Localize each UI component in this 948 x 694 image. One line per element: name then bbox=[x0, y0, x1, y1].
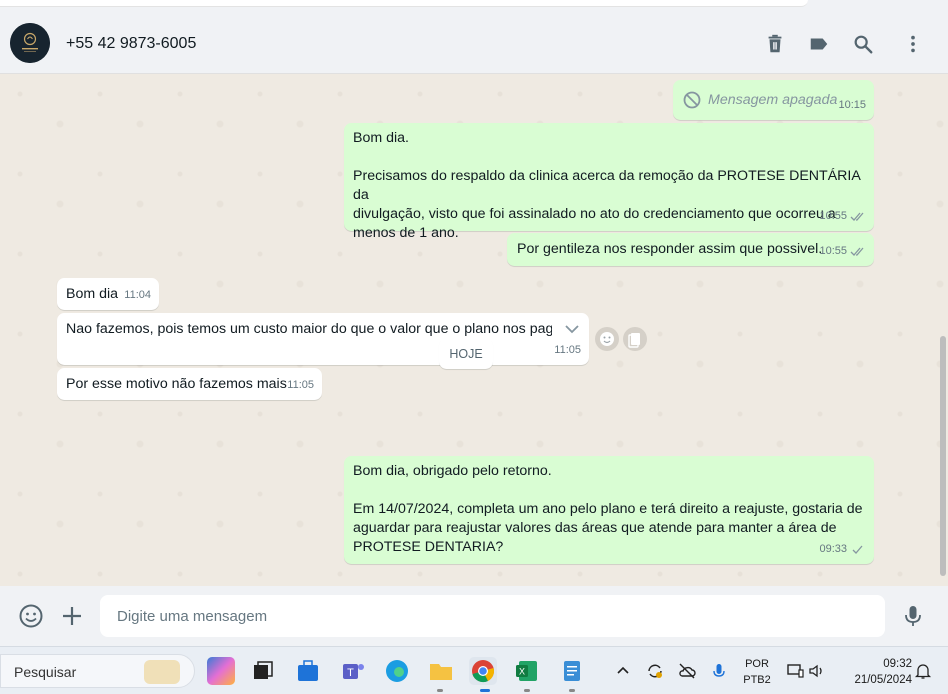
search-icon[interactable] bbox=[852, 33, 874, 55]
blocked-icon bbox=[682, 90, 702, 110]
message-outgoing[interactable]: Bom dia. Precisamos do respaldo da clini… bbox=[344, 123, 874, 241]
notepad-icon[interactable] bbox=[558, 657, 586, 685]
microphone-tray-icon[interactable] bbox=[709, 661, 729, 681]
display-icon[interactable] bbox=[785, 661, 805, 681]
message-time: 10:55 bbox=[819, 210, 847, 222]
avatar[interactable] bbox=[10, 23, 50, 63]
deleted-text: Mensagem apagada bbox=[708, 91, 838, 108]
double-check-icon bbox=[850, 246, 866, 257]
message-line: Bom dia. bbox=[353, 130, 409, 146]
menu-icon[interactable] bbox=[902, 33, 924, 55]
message-input[interactable] bbox=[100, 595, 885, 637]
message-deleted[interactable]: Mensagem apagada 10:15 bbox=[673, 80, 874, 120]
emoji-react-icon[interactable] bbox=[595, 327, 619, 351]
taskbar: Pesquisar T X POR PTB2 09:32 21/05/2024 bbox=[0, 646, 948, 694]
message-time: 11:05 bbox=[287, 379, 314, 391]
double-check-icon bbox=[850, 211, 866, 222]
message-incoming[interactable]: Por esse motivo não fazemos mais 11:05 bbox=[57, 368, 322, 400]
message-text: Por esse motivo não fazemos mais bbox=[66, 376, 287, 392]
composer bbox=[0, 586, 948, 646]
file-explorer-icon[interactable] bbox=[427, 657, 455, 685]
teams-icon[interactable]: T bbox=[339, 657, 367, 685]
store-icon[interactable] bbox=[294, 657, 322, 685]
message-line: Bom dia, obrigado pelo retorno. bbox=[353, 463, 552, 479]
message-outgoing[interactable]: Bom dia, obrigado pelo retorno. Em 14/07… bbox=[344, 456, 874, 564]
message-line: aguardar para reajustar valores das área… bbox=[353, 520, 837, 536]
chevron-up-icon[interactable] bbox=[613, 661, 633, 681]
notification-bell-icon[interactable] bbox=[913, 661, 933, 681]
check-icon bbox=[850, 544, 866, 555]
briefcase-icon bbox=[144, 660, 180, 684]
clock-date: 21/05/2024 bbox=[854, 674, 912, 686]
chat-header: +55 42 9873-6005 bbox=[0, 14, 948, 74]
volume-icon[interactable] bbox=[807, 661, 827, 681]
message-text: Bom dia bbox=[66, 286, 119, 302]
message-time: 10:55 bbox=[819, 245, 847, 257]
message-line: divulgação, visto que foi assinalado no … bbox=[353, 206, 836, 222]
taskbar-search-label: Pesquisar bbox=[14, 664, 77, 680]
sync-icon[interactable] bbox=[645, 661, 665, 681]
message-incoming[interactable]: Bom dia 11:04 bbox=[57, 278, 159, 310]
excel-icon[interactable]: X bbox=[513, 657, 541, 685]
message-incoming[interactable]: Nao fazemos, pois temos um custo maior d… bbox=[57, 313, 589, 365]
svg-text:X: X bbox=[519, 667, 525, 677]
chat-scrollbar[interactable] bbox=[940, 336, 946, 576]
language-indicator[interactable]: POR PTB2 bbox=[737, 656, 777, 688]
plus-icon[interactable] bbox=[59, 603, 85, 629]
cloud-off-icon[interactable] bbox=[677, 661, 697, 681]
date-divider: HOJE bbox=[439, 338, 493, 369]
message-time: 09:33 bbox=[819, 543, 847, 555]
message-line: Em 14/07/2024, completa um ano pelo plan… bbox=[353, 501, 863, 517]
contact-name[interactable]: +55 42 9873-6005 bbox=[66, 35, 196, 53]
task-view-icon[interactable] bbox=[249, 657, 277, 685]
chrome-icon[interactable] bbox=[469, 657, 497, 685]
taskbar-search[interactable]: Pesquisar bbox=[0, 654, 195, 688]
edge-icon[interactable] bbox=[383, 657, 411, 685]
microphone-icon[interactable] bbox=[900, 603, 926, 629]
message-line: PROTESE DENTARIA? bbox=[353, 539, 504, 555]
copy-icon[interactable] bbox=[623, 327, 647, 351]
browser-top-strip bbox=[0, 0, 948, 14]
copilot-icon[interactable] bbox=[207, 657, 235, 685]
emoji-icon[interactable] bbox=[18, 603, 44, 629]
label-icon[interactable] bbox=[808, 33, 830, 55]
message-line: Precisamos do respaldo da clinica acerca… bbox=[353, 168, 861, 203]
message-time: 10:15 bbox=[838, 99, 866, 111]
clock-time: 09:32 bbox=[883, 658, 912, 670]
chat-area[interactable]: Mensagem apagada 10:15 Bom dia. Precisam… bbox=[0, 74, 948, 586]
chevron-down-icon[interactable] bbox=[563, 320, 581, 338]
trash-icon[interactable] bbox=[764, 33, 786, 55]
svg-text:T: T bbox=[347, 667, 354, 679]
message-text: Nao fazemos, pois temos um custo maior d… bbox=[66, 321, 552, 337]
message-outgoing[interactable]: Por gentileza nos responder assim que po… bbox=[507, 233, 874, 266]
message-time: 11:04 bbox=[124, 289, 151, 301]
message-time: 11:05 bbox=[554, 344, 581, 356]
message-text: Por gentileza nos responder assim que po… bbox=[517, 241, 823, 257]
clock[interactable]: 09:32 21/05/2024 bbox=[838, 656, 912, 688]
